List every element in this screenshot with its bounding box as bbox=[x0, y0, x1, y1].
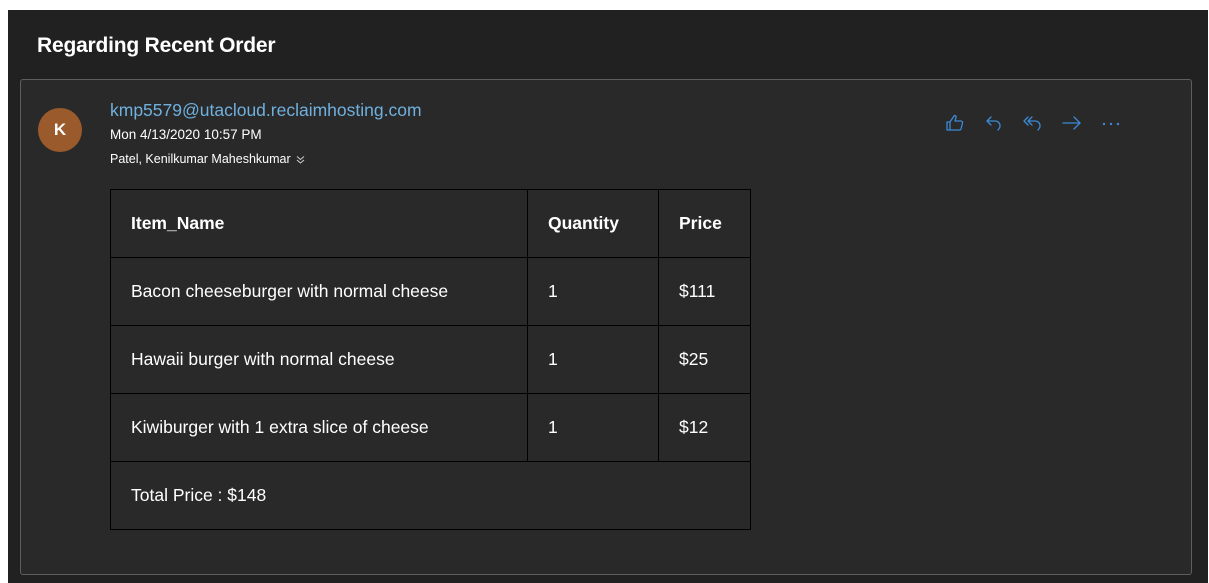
table-row: Bacon cheeseburger with normal cheese 1 … bbox=[110, 257, 751, 326]
order-table: Item_Name Quantity Price Bacon cheesebur… bbox=[110, 189, 751, 530]
like-icon[interactable] bbox=[943, 111, 967, 135]
reply-all-icon[interactable] bbox=[1021, 111, 1045, 135]
message-actions bbox=[943, 111, 1123, 135]
table-header-row: Item_Name Quantity Price bbox=[110, 189, 751, 258]
cell-item-name: Kiwiburger with 1 extra slice of cheese bbox=[110, 393, 528, 462]
sender-address[interactable]: kmp5579@utacloud.reclaimhosting.com bbox=[110, 100, 422, 121]
cell-item-name: Hawaii burger with normal cheese bbox=[110, 325, 528, 394]
more-icon[interactable] bbox=[1099, 111, 1123, 135]
cell-item-name: Bacon cheeseburger with normal cheese bbox=[110, 257, 528, 326]
recipient-name[interactable]: Patel, Kenilkumar Maheshkumar bbox=[110, 152, 291, 166]
table-row: Hawaii burger with normal cheese 1 $25 bbox=[110, 325, 751, 394]
header-price: Price bbox=[658, 189, 751, 258]
sent-date: Mon 4/13/2020 10:57 PM bbox=[110, 127, 262, 142]
email-subject: Regarding Recent Order bbox=[37, 34, 276, 57]
recipient-line[interactable]: Patel, Kenilkumar Maheshkumar bbox=[110, 152, 306, 166]
forward-icon[interactable] bbox=[1060, 111, 1084, 135]
cell-price: $25 bbox=[658, 325, 751, 394]
total-price: Total Price : $148 bbox=[110, 461, 751, 530]
cell-price: $12 bbox=[658, 393, 751, 462]
cell-quantity: 1 bbox=[527, 325, 659, 394]
expand-recipients-icon[interactable] bbox=[295, 154, 306, 165]
sender-avatar[interactable]: K bbox=[38, 108, 82, 152]
cell-quantity: 1 bbox=[527, 393, 659, 462]
message-card: K kmp5579@utacloud.reclaimhosting.com Mo… bbox=[20, 79, 1192, 575]
total-row: Total Price : $148 bbox=[110, 461, 751, 530]
reading-pane: Regarding Recent Order K kmp5579@utaclou… bbox=[8, 10, 1208, 583]
cell-quantity: 1 bbox=[527, 257, 659, 326]
table-row: Kiwiburger with 1 extra slice of cheese … bbox=[110, 393, 751, 462]
header-item-name: Item_Name bbox=[110, 189, 528, 258]
reply-icon[interactable] bbox=[982, 111, 1006, 135]
cell-price: $111 bbox=[658, 257, 751, 326]
header-quantity: Quantity bbox=[527, 189, 659, 258]
